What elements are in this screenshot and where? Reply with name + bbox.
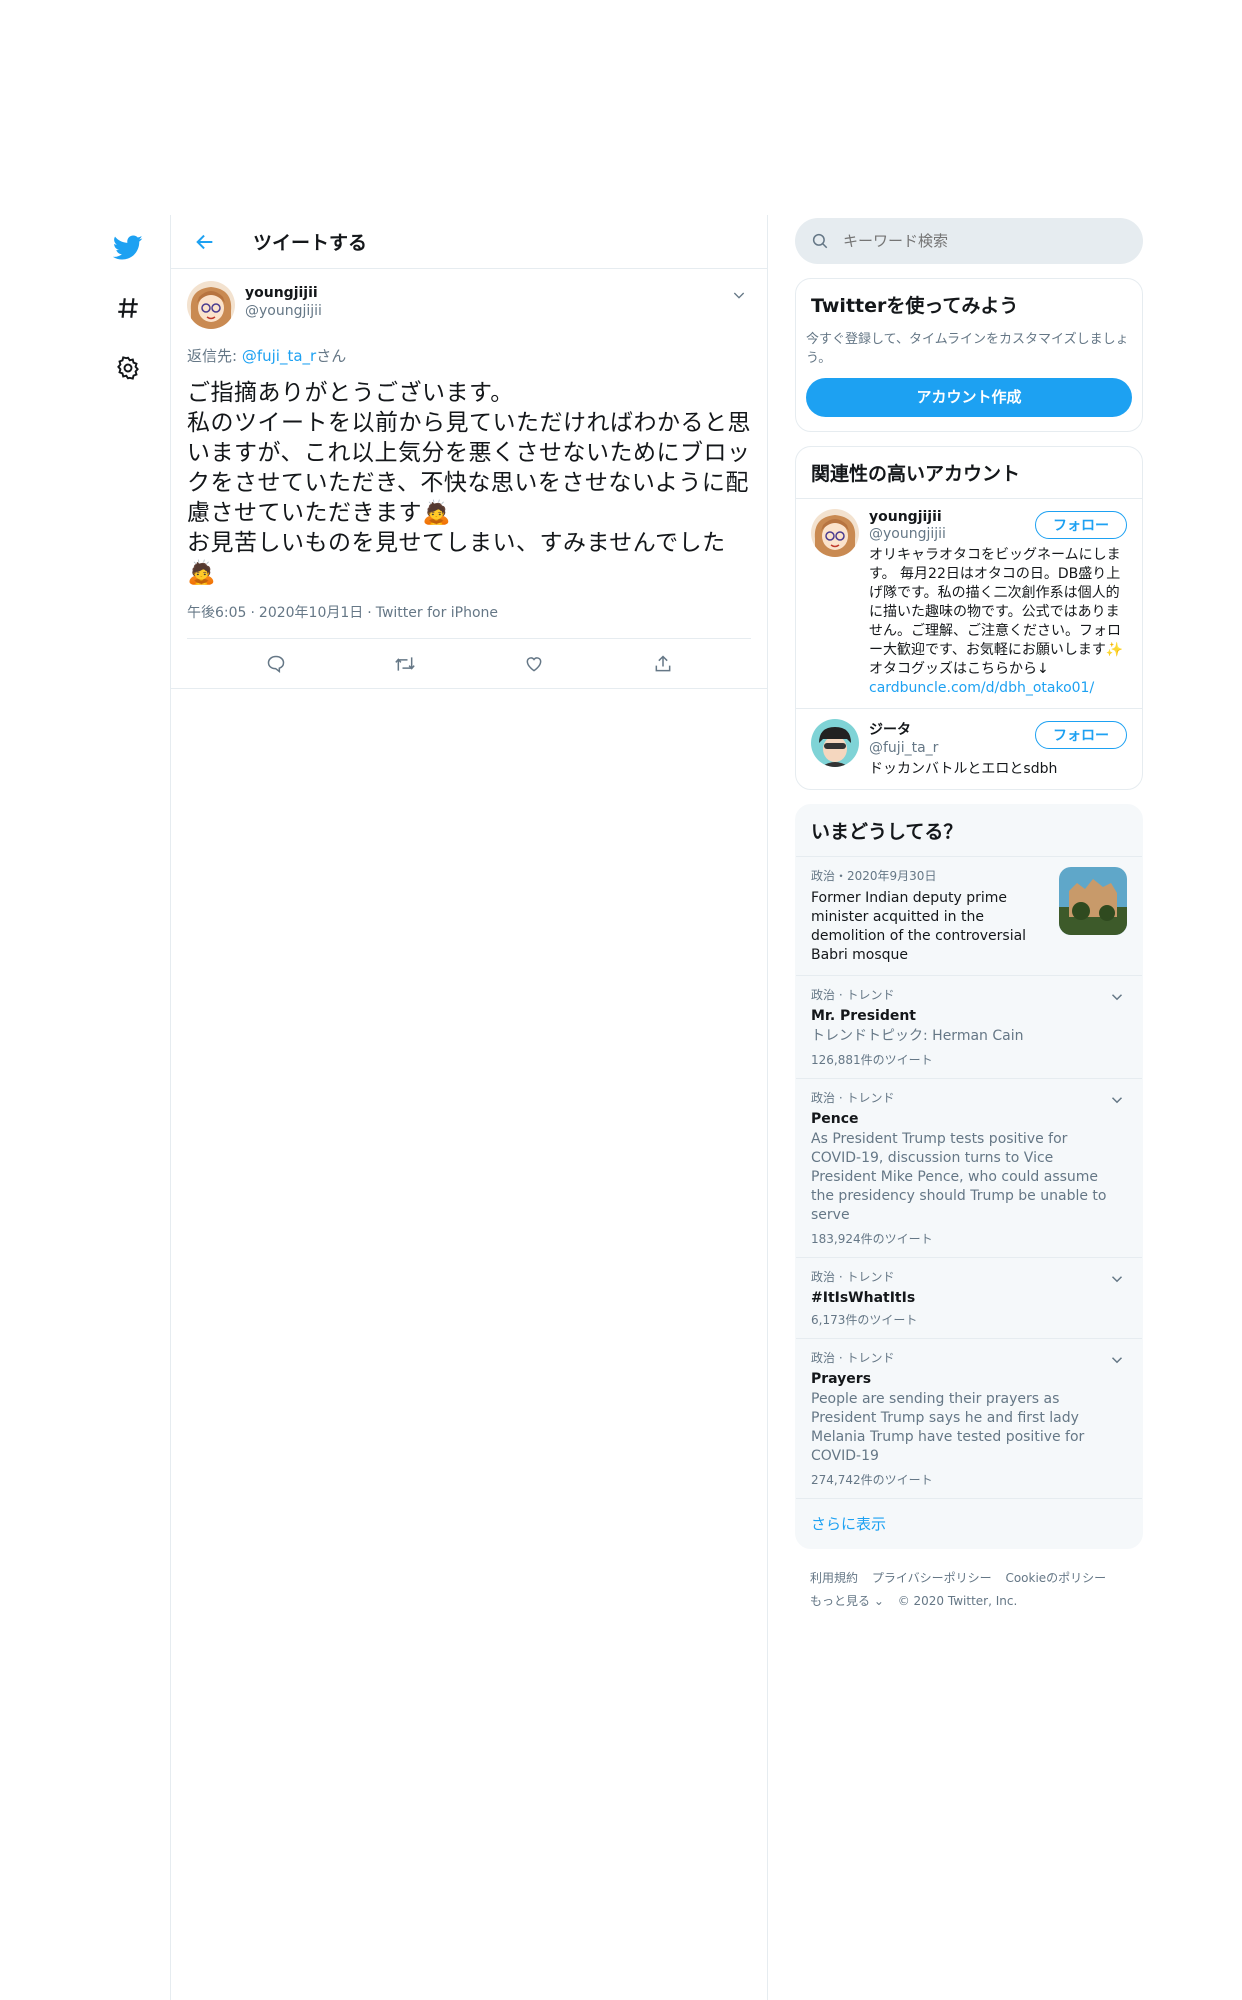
trend-count: 183,924件のツイート <box>811 1232 933 1246</box>
left-nav <box>100 220 156 400</box>
author-handle[interactable]: @youngjijii <box>245 303 322 319</box>
retweet-icon <box>394 656 415 671</box>
trend-description: トレンドトピック: Herman Cain <box>811 1028 1024 1044</box>
footer-copyright: © 2020 Twitter, Inc. <box>897 1594 1018 1608</box>
avatar[interactable] <box>811 509 859 557</box>
footer-privacy-link[interactable]: プライバシーポリシー <box>872 1571 992 1585</box>
user-bio-link[interactable]: cardbuncle.com/d/dbh_otako01/ <box>869 680 1094 696</box>
news-title: Former Indian deputy prime minister acqu… <box>811 890 1027 963</box>
signup-card: Twitterを使ってみよう 今すぐ登録して、タイムラインをカスタマイズしましょ… <box>795 278 1143 432</box>
search-bar[interactable] <box>795 218 1143 264</box>
main-header: ツイートする <box>171 215 767 269</box>
page-title: ツイートする <box>253 232 368 254</box>
related-accounts-card: 関連性の高いアカウント youngjijii @youngjijii オリキャラ… <box>795 446 1143 790</box>
like-button[interactable] <box>514 644 554 684</box>
settings-gear-icon[interactable] <box>100 340 156 396</box>
back-button[interactable] <box>177 215 233 269</box>
retweet-button[interactable] <box>385 644 425 684</box>
signup-title: Twitterを使ってみよう <box>811 295 1019 317</box>
footer-cookie-link[interactable]: Cookieのポリシー <box>1005 1571 1106 1585</box>
search-input[interactable] <box>843 232 1093 250</box>
trend-name: #ItIsWhatItIs <box>811 1290 916 1306</box>
trend-item[interactable]: 政治 · トレンド Prayers People are sending the… <box>796 1338 1142 1498</box>
back-arrow-icon <box>196 234 213 249</box>
chevron-down-icon <box>733 292 745 299</box>
user-bio: ドッカンバトルとエロとsdbh <box>869 761 1058 777</box>
author-name[interactable]: youngjijii <box>245 285 322 301</box>
reply-button[interactable] <box>256 644 296 684</box>
trend-name: Pence <box>811 1111 859 1127</box>
reply-suffix: さん <box>316 347 347 365</box>
trends-title: いまどうしてる？ <box>811 821 963 843</box>
news-item[interactable]: 政治・2020年9月30日 Former Indian deputy prime… <box>796 856 1142 975</box>
trend-count: 126,881件のツイート <box>811 1053 933 1067</box>
reply-to-line: 返信先: @fuji_ta_rさん <box>187 345 751 366</box>
trend-description: People are sending their prayers as Pres… <box>811 1391 1085 1464</box>
related-user[interactable]: ジータ @fuji_ta_r ドッカンバトルとエロとsdbh フォロー <box>796 708 1142 789</box>
trend-meta: 政治 · トレンド <box>811 1351 895 1365</box>
trend-count: 6,173件のツイート <box>811 1313 918 1327</box>
chevron-down-icon[interactable] <box>1108 988 1126 1006</box>
follow-button[interactable]: フォロー <box>1035 721 1127 749</box>
trend-item[interactable]: 政治 · トレンド Mr. President トレンドトピック: Herman… <box>796 975 1142 1078</box>
signup-subtitle: 今すぐ登録して、タイムラインをカスタマイズしましょう。 <box>806 332 1129 366</box>
trend-meta: 政治 · トレンド <box>811 1270 895 1284</box>
avatar[interactable] <box>811 719 859 767</box>
hashtag-icon[interactable] <box>100 280 156 336</box>
tweet-text: ご指摘ありがとうございます。 私のツイートを以前から見ていただければわかると思い… <box>187 380 751 586</box>
tweet-meta: 午後6:05 · 2020年10月1日 · Twitter for iPhone <box>187 602 751 639</box>
trend-name: Mr. President <box>811 1008 916 1024</box>
trends-card: いまどうしてる？ 政治・2020年9月30日 Former Indian dep… <box>795 804 1143 1549</box>
share-icon <box>655 654 670 671</box>
user-bio: オリキャラオタコをビッグネームにします。 毎月22日はオタコの日。DB盛り上げ隊… <box>869 546 1127 698</box>
trend-description: As President Trump tests positive for CO… <box>811 1131 1107 1223</box>
tweet-actions <box>171 639 767 689</box>
related-user[interactable]: youngjijii @youngjijii オリキャラオタコをビッグネームにし… <box>796 498 1142 708</box>
show-more-link[interactable]: さらに表示 <box>796 1498 1142 1548</box>
create-account-button[interactable]: アカウント作成 <box>806 378 1132 417</box>
related-title: 関連性の高いアカウント <box>811 463 1021 485</box>
trend-meta: 政治 · トレンド <box>811 988 895 1002</box>
tweet-header: youngjijii @youngjijii <box>187 281 751 341</box>
meta-separator: · <box>367 605 372 621</box>
news-thumbnail <box>1059 867 1127 935</box>
meta-separator: · <box>250 605 255 621</box>
reply-handle-link[interactable]: @fuji_ta_r <box>242 347 316 365</box>
news-meta: 政治・2020年9月30日 <box>811 869 937 883</box>
trend-item[interactable]: 政治 · トレンド Pence As President Trump tests… <box>796 1078 1142 1257</box>
trend-count: 274,742件のツイート <box>811 1473 933 1487</box>
chevron-down-icon[interactable] <box>1108 1091 1126 1109</box>
share-button[interactable] <box>643 644 683 684</box>
footer: 利用規約 プライバシーポリシー Cookieのポリシー もっと見る ⌄ © 20… <box>795 1549 1143 1631</box>
reply-prefix: 返信先: <box>187 347 242 365</box>
reply-icon <box>267 655 284 673</box>
main-column: ツイートする youngjijii @youngjijii 返信先: @fuji… <box>170 215 768 2000</box>
footer-terms-link[interactable]: 利用規約 <box>810 1571 858 1585</box>
tweet-source[interactable]: Twitter for iPhone <box>376 605 498 621</box>
trend-meta: 政治 · トレンド <box>811 1091 895 1105</box>
trend-name: Prayers <box>811 1371 872 1387</box>
chevron-down-icon[interactable] <box>1108 1351 1126 1369</box>
tweet-menu-button[interactable] <box>727 283 751 307</box>
user-bio-text: オリキャラオタコをビッグネームにします。 毎月22日はオタコの日。DB盛り上げ隊… <box>869 547 1124 677</box>
twitter-bird-icon[interactable] <box>100 220 156 276</box>
tweet-time[interactable]: 午後6:05 <box>187 605 246 621</box>
chevron-down-icon[interactable] <box>1108 1270 1126 1288</box>
footer-more-link[interactable]: もっと見る ⌄ <box>810 1594 884 1608</box>
trend-item[interactable]: 政治 · トレンド #ItIsWhatItIs 6,173件のツイート <box>796 1257 1142 1338</box>
tweet: youngjijii @youngjijii 返信先: @fuji_ta_rさん… <box>171 269 767 689</box>
tweet-date[interactable]: 2020年10月1日 <box>259 605 363 621</box>
follow-button[interactable]: フォロー <box>1035 511 1127 539</box>
heart-icon <box>526 656 541 672</box>
search-icon <box>812 233 828 249</box>
right-sidebar: Twitterを使ってみよう 今すぐ登録して、タイムラインをカスタマイズしましょ… <box>795 218 1143 1631</box>
avatar[interactable] <box>187 281 235 329</box>
